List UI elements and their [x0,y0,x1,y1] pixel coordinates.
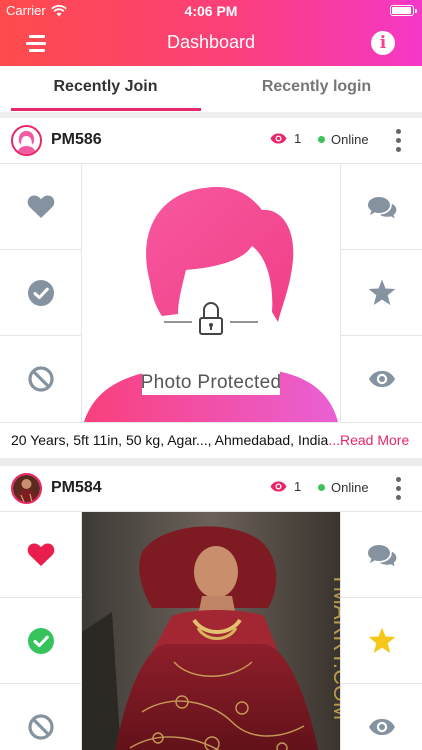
card-separator [0,458,422,466]
right-action-column [340,164,422,422]
chat-bubbles-icon [368,196,397,218]
check-circle-icon [28,627,54,654]
online-status-label: Online [331,480,369,495]
avatar[interactable] [11,125,42,156]
more-options-icon[interactable] [394,477,404,501]
left-action-column [0,512,82,750]
profile-username[interactable]: PM586 [51,131,102,149]
chat-button[interactable] [341,164,422,250]
tab-recently-login[interactable]: Recently login [211,66,422,112]
active-tab-indicator [11,108,201,111]
more-options-icon[interactable] [394,129,404,153]
star-icon [368,279,396,305]
shortlist-button[interactable] [341,598,422,684]
online-dot-icon [318,484,325,491]
shortlist-button[interactable] [341,250,422,336]
star-icon [368,627,396,653]
profile-details: 20 Years, 5ft 11in, 50 kg, Agar..., Ahme… [0,422,422,458]
check-circle-icon [28,279,54,306]
profile-card: PM586 1 Online Photo Protected 20 Years,… [0,118,422,458]
online-status-label: Online [331,132,369,147]
chat-bubbles-icon [368,544,397,566]
left-action-column [0,164,82,422]
profile-card-body: YMARRY.COM [0,512,422,750]
eye-icon [369,719,395,735]
read-more-link[interactable]: ...Read More [328,432,409,448]
view-count-value: 1 [294,131,302,146]
block-icon [28,366,54,392]
online-dot-icon [318,136,325,143]
profile-card-header: PM584 1 Online [0,466,422,512]
block-icon [28,714,54,740]
view-count: 1 [270,131,301,146]
status-bar: Carrier 4:06 PM [0,0,422,22]
view-count: 1 [270,479,301,494]
avatar[interactable] [11,473,42,504]
view-count-value: 1 [294,479,302,494]
block-button[interactable] [0,336,82,422]
page-title: Dashboard [166,32,256,52]
eye-icon [369,371,395,387]
top-bar: Carrier 4:06 PM Dashboard i [0,0,422,66]
profile-details-text: 20 Years, 5ft 11in, 50 kg, Agar..., Ahme… [11,432,329,448]
profile-photo[interactable]: YMARRY.COM [82,512,340,750]
navigation-bar: Dashboard i [0,22,422,66]
like-button[interactable] [0,164,82,250]
bride-photo: YMARRY.COM [82,512,340,750]
tab-recently-join[interactable]: Recently Join [0,66,211,112]
profile-card-body: Photo Protected [0,164,422,422]
accept-button[interactable] [0,250,82,336]
photo-watermark: YMARRY.COM [329,572,340,720]
heart-icon [27,195,55,218]
online-status: Online [318,132,369,147]
block-button[interactable] [0,684,82,750]
like-button[interactable] [0,512,82,598]
protected-photo[interactable]: Photo Protected [82,164,340,422]
battery-icon [390,5,417,16]
profile-card: PM584 1 Online YMARRY.COM [0,466,422,750]
accept-button[interactable] [0,598,82,684]
eye-icon [270,133,287,144]
chat-button[interactable] [341,512,422,598]
profile-card-header: PM586 1 Online [0,118,422,164]
view-profile-button[interactable] [341,336,422,422]
heart-icon [27,543,55,566]
tab-bar: Recently Join Recently login [0,66,422,112]
right-action-column [340,512,422,750]
online-status: Online [318,480,369,495]
view-profile-button[interactable] [341,684,422,750]
status-time: 4:06 PM [184,3,238,19]
photo-protected-label: Photo Protected [140,372,282,393]
info-icon[interactable]: i [371,31,395,55]
eye-icon [270,481,287,492]
profile-username[interactable]: PM584 [51,479,102,497]
